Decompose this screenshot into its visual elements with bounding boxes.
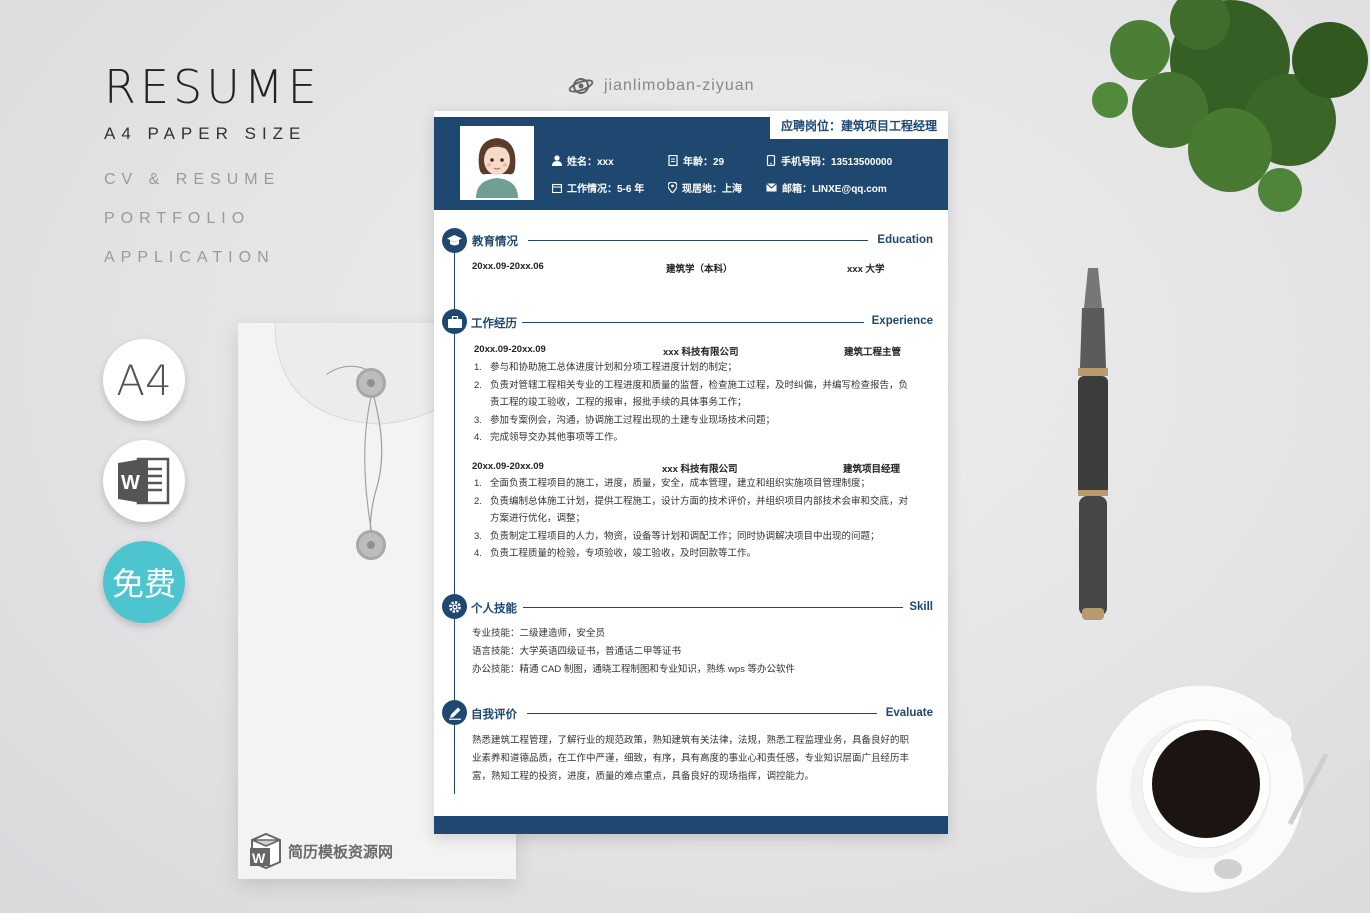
svg-text:W: W [252,850,266,866]
evaluation-section-icon [442,700,467,725]
header-top-gap [434,111,770,117]
watermark: jianlimoban-ziyuan [568,75,755,97]
word-badge: W [103,440,185,522]
list-item: 3. 参加专案例会，沟通，协调施工过程出现的土建专业现场技术问题； [474,414,776,426]
free-badge: 免费 [103,541,185,623]
education-section-icon [442,228,467,253]
mail-icon [766,183,777,192]
word-cube-icon: W [250,832,281,870]
job-2-period: 20xx.09-20xx.09 [472,461,544,472]
info-work-text: 工作情况：5-6 年 [567,184,645,195]
brand-subtitle: A4 PAPER SIZE [104,124,307,143]
skills-title-en: Skill [909,601,933,613]
footer-bar [434,816,948,834]
education-school: xxx 大学 [847,264,885,275]
job-1-period: 20xx.09-20xx.09 [474,344,546,355]
a4-badge: A4 [103,339,185,421]
job-2-role: 建筑项目经理 [843,464,901,475]
graduation-cap-icon [447,234,462,245]
experience-divider [522,322,864,323]
envelope-button-top [356,368,386,398]
evaluation-divider [527,713,877,714]
skill-professional: 专业技能：二级建造师，安全员 [472,628,606,639]
skills-section-icon [442,594,467,619]
info-email-text: 邮箱：LINXE@qq.com [782,184,887,195]
skills-divider [523,607,903,608]
job-1-duties: 1. 参与和协助施工总体进度计划和分项工程进度计划的制定； 2. 负责对管辖工程相关… [474,359,914,447]
envelope-button-bottom [356,530,386,560]
brand-title: RESUME [104,60,321,114]
pen-icon [448,707,461,720]
info-work: 工作情况：5-6 年 [552,180,644,195]
list-item: 4. 负责工程质量的检验，专项验收，竣工验收，及时回款等工作。 [474,548,757,560]
list-item: 2. 负责编制总体施工计划，提供工程施工，设计方面的技术评价，并组织项目内部技术会… [474,495,909,525]
location-icon [668,182,677,193]
brand-tag-cv: CV & RESUME [104,171,281,188]
coffee-cup-decoration [1095,684,1329,894]
pen-decoration [1078,268,1108,620]
brand-tag-application: APPLICATION [104,249,275,266]
briefcase-icon [447,315,462,328]
info-email: 邮箱：LINXE@qq.com [766,180,887,195]
plant-decoration [1092,0,1368,212]
evaluation-title-en: Evaluate [885,707,933,719]
list-item: 3. 负责制定工程项目的人力，物资，设备等计划和调配工作；同时协调解决项目中出现的… [474,530,880,542]
gear-icon [448,600,461,613]
experience-title: 工作经历 [471,318,517,330]
education-major: 建筑学（本科） [666,264,733,275]
phone-icon [766,155,776,166]
info-age-text: 年龄：29 [683,157,725,168]
calendar-icon [552,183,562,193]
experience-section-icon [442,309,467,334]
job-1-role: 建筑工程主管 [844,347,902,358]
resume-paper: 应聘岗位：建筑项目工程经理 姓名：xxx 年龄：29 手机号码：13513500… [434,111,948,834]
avatar [460,126,534,200]
skills-title: 个人技能 [471,603,517,615]
envelope-logo-text: 简历模板资源网 [288,843,394,861]
evaluation-text: 熟悉建筑工程管理，了解行业的规范政策，熟知建筑有关法律，法规，熟悉工程监理业务，… [472,735,910,782]
experience-title-en: Experience [871,315,933,327]
job-2-company: xxx 科技有限公司 [662,464,738,475]
info-location-text: 现居地：上海 [682,184,742,195]
list-item: 2. 负责对管辖工程相关专业的工程进度和质量的监督，检查施工过程，及时纠偏，并编写… [474,379,909,409]
evaluation-title: 自我评价 [471,709,517,721]
info-phone-text: 手机号码：13513500000 [781,157,893,168]
education-title-en: Education [877,234,933,246]
info-name: 姓名：xxx [552,153,614,168]
envelope-logo: W 简历模板资源网 [248,832,393,870]
avatar-illustration [462,128,532,198]
user-icon [552,155,562,166]
document-icon [668,155,678,166]
education-divider [528,240,868,241]
info-age: 年龄：29 [668,153,724,168]
svg-text:W: W [121,472,140,494]
job-2-duties: 1. 全面负责工程项目的施工，进度，质量，安全，成本管理，建立和组织实施项目管理制… [474,475,914,563]
education-title: 教育情况 [472,236,518,248]
education-period: 20xx.09-20xx.06 [472,261,544,272]
skill-office: 办公技能：精通 CAD 制图，通晓工程制图和专业知识，熟练 wps 等办公软件 [472,663,796,675]
brand-tag-portfolio: PORTFOLIO [104,210,251,227]
list-item: 1. 全面负责工程项目的施工，进度，质量，安全，成本管理，建立和组织实施项目管理制… [474,478,871,489]
position-applied: 应聘岗位：建筑项目工程经理 [770,111,948,139]
list-item: 4. 完成领导交办其他事项等工作。 [474,432,624,444]
word-icon: W [118,457,170,505]
skills-list: 专业技能：二级建造师，安全员 语言技能：大学英语四级证书，普通话二甲等证书 办公… [472,625,916,678]
info-location: 现居地：上海 [668,180,742,195]
info-name-text: 姓名：xxx [567,157,614,168]
info-phone: 手机号码：13513500000 [766,153,892,168]
job-1-company: xxx 科技有限公司 [663,347,739,358]
planet-icon [568,78,594,94]
list-item: 1. 参与和协助施工总体进度计划和分项工程进度计划的制定； [474,362,738,373]
skill-language: 语言技能：大学英语四级证书，普通话二甲等证书 [472,645,682,657]
watermark-text: jianlimoban-ziyuan [604,77,755,94]
